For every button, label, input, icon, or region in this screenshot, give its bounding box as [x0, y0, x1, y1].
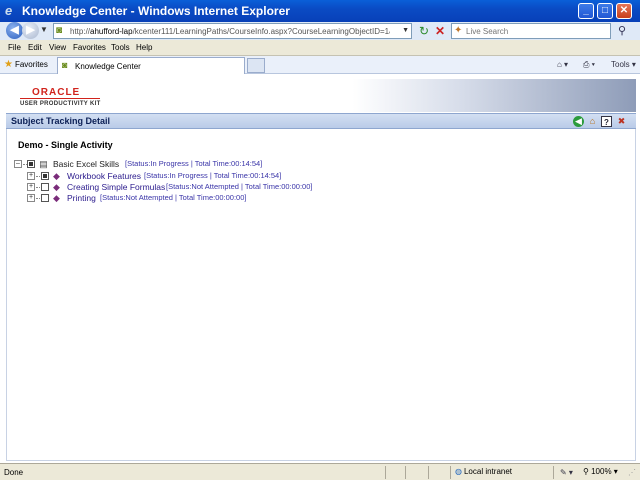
child-status: [Status:Not Attempted | Total Time:00:00…	[100, 193, 247, 202]
status-separator	[553, 466, 554, 479]
status-separator	[405, 466, 406, 479]
menu-edit[interactable]: Edit	[28, 42, 42, 53]
minimize-button[interactable]: _	[578, 3, 594, 19]
security-zone[interactable]: ◍ Local intranet	[455, 466, 512, 478]
collapse-toggle[interactable]: –	[14, 160, 22, 168]
menu-favorites[interactable]: Favorites	[73, 42, 106, 53]
section-header: Subject Tracking Detail ◀ ⌂ ? ✖	[6, 113, 636, 129]
resize-grip-icon[interactable]: ⋰	[628, 468, 636, 477]
search-box[interactable]: ✦	[451, 23, 611, 39]
menu-view[interactable]: View	[49, 42, 66, 53]
back-button[interactable]: ◀	[6, 22, 23, 39]
zoom-control[interactable]: ⚲ 100% ▾	[583, 466, 618, 478]
home-icon[interactable]: ⌂	[587, 116, 598, 127]
home-icon[interactable]: ⌂ ▾	[557, 59, 568, 70]
activity-title: Demo - Single Activity	[18, 140, 113, 150]
forward-button[interactable]: ▶	[22, 22, 39, 39]
address-bar[interactable]: ◙ http://ahufford-lap/kcenter111/Learnin…	[53, 23, 412, 39]
star-icon: ★	[4, 59, 13, 70]
status-separator	[450, 466, 451, 479]
new-tab-button[interactable]	[247, 58, 265, 73]
tools-button[interactable]: Tools ▾	[611, 59, 636, 70]
protected-mode-icon[interactable]: ✎ ▾	[560, 467, 573, 478]
stop-icon[interactable]: ✕	[432, 23, 448, 39]
back-arrow-icon[interactable]: ◀	[573, 116, 584, 127]
close-button[interactable]: ✕	[616, 3, 632, 19]
address-row: ◀ ▶ ▼ ◙ http://ahufford-lap/kcenter111/L…	[0, 22, 640, 40]
menu-bar: File Edit View Favorites Tools Help	[0, 40, 640, 56]
tab-knowledge-center[interactable]: ◙ Knowledge Center	[57, 57, 245, 74]
page-icon: ◙	[62, 60, 68, 70]
child-checkbox[interactable]	[41, 194, 49, 202]
tree-child-row: + ◆ Printing [Status:Not Attempted | Tot…	[0, 192, 640, 204]
exit-icon[interactable]: ✖	[616, 116, 627, 127]
product-name: USER PRODUCTIVITY KIT	[20, 101, 101, 107]
expand-toggle[interactable]: +	[27, 183, 35, 191]
status-bar: Done ◍ Local intranet ✎ ▾ ⚲ 100% ▾ ⋰	[0, 463, 640, 480]
menu-tools[interactable]: Tools	[111, 42, 130, 53]
brand-banner: ORACLE USER PRODUCTIVITY KIT	[6, 79, 636, 112]
help-icon[interactable]: ?	[601, 116, 612, 127]
globe-icon: ◍	[455, 467, 462, 476]
status-separator	[428, 466, 429, 479]
book-icon: ▤	[39, 159, 48, 169]
history-dropdown-icon[interactable]: ▼	[40, 25, 48, 34]
tab-label: Knowledge Center	[75, 62, 141, 71]
live-search-icon: ✦	[454, 25, 463, 36]
page-content: ORACLE USER PRODUCTIVITY KIT Subject Tra…	[0, 75, 640, 463]
status-text: Done	[4, 468, 24, 477]
menu-file[interactable]: File	[8, 42, 21, 53]
address-dropdown-icon[interactable]: ▼	[402, 27, 409, 34]
status-separator	[385, 466, 386, 479]
child-checkbox[interactable]	[41, 183, 49, 191]
root-status: [Status:In Progress | Total Time:00:14:5…	[125, 159, 263, 168]
expand-toggle[interactable]: +	[27, 172, 35, 180]
refresh-icon[interactable]: ↻	[416, 23, 432, 39]
child-checkbox[interactable]	[41, 172, 49, 180]
expand-toggle[interactable]: +	[27, 194, 35, 202]
page-icon: ◙	[56, 25, 63, 36]
maximize-button[interactable]: □	[597, 3, 613, 19]
favorites-bar: ★ Favorites ◙ Knowledge Center ⌂ ▾ ⎙ ▾ To…	[0, 56, 640, 74]
favorites-button[interactable]: ★ Favorites	[4, 58, 48, 72]
window-title: Knowledge Center - Windows Internet Expl…	[22, 4, 290, 18]
title-bar: e Knowledge Center - Windows Internet Ex…	[0, 0, 640, 22]
oracle-logo: ORACLE	[32, 87, 81, 98]
topic-icon: ◆	[53, 182, 60, 192]
tree-root-row: – ▤ Basic Excel Skills [Status:In Progre…	[0, 158, 640, 170]
ie-logo-icon: e	[5, 3, 13, 18]
topic-icon: ◆	[53, 171, 60, 181]
search-input[interactable]	[466, 25, 606, 37]
menu-help[interactable]: Help	[136, 42, 152, 53]
address-url[interactable]: http://ahufford-lap/kcenter111/LearningP…	[70, 26, 390, 37]
search-icon[interactable]: ⚲	[614, 23, 630, 39]
root-label[interactable]: Basic Excel Skills	[53, 158, 119, 170]
print-icon[interactable]: ⎙ ▾	[583, 59, 595, 70]
root-checkbox[interactable]	[27, 160, 35, 168]
page-title: Subject Tracking Detail	[11, 116, 111, 126]
child-label[interactable]: Printing	[67, 192, 96, 204]
topic-icon: ◆	[53, 193, 60, 203]
logo-divider	[20, 98, 100, 99]
